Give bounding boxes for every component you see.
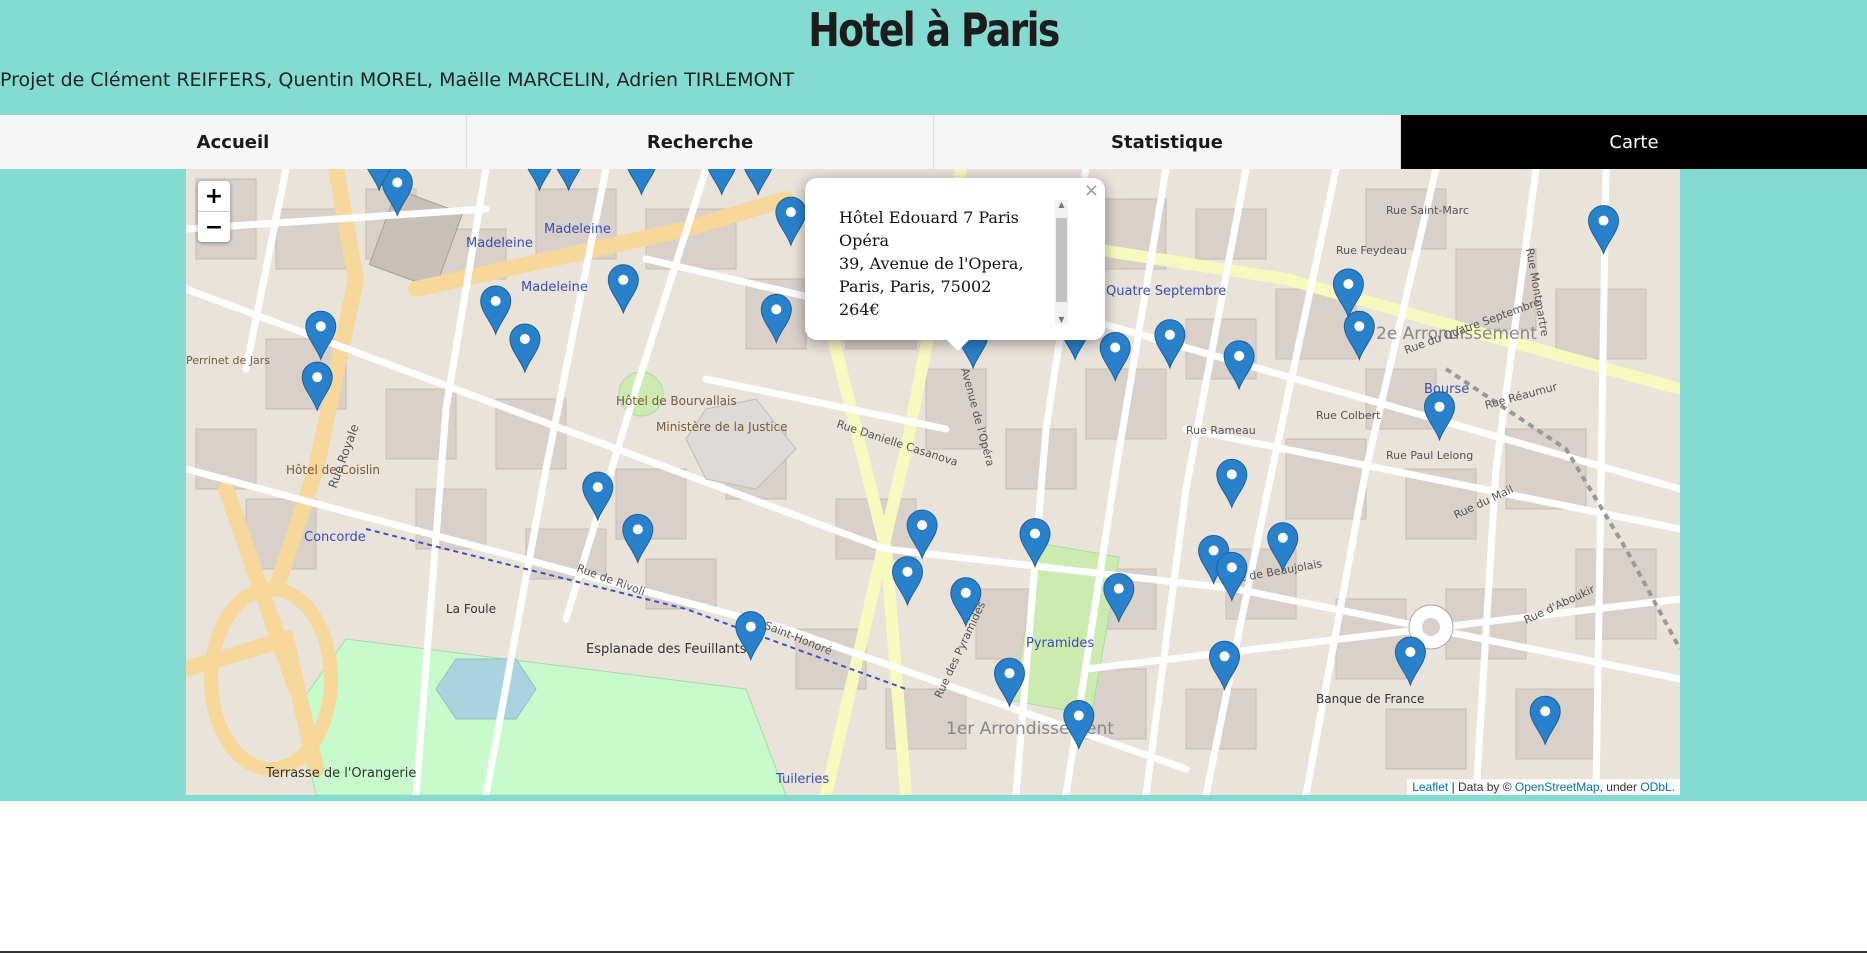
page-header: Hotel à Paris Projet de Clément REIFFERS…	[0, 0, 1867, 115]
popup-content: Hôtel Edouard 7 Paris Opéra 39, Avenue d…	[839, 206, 1039, 321]
popup-hotel-price: 264€	[839, 300, 880, 319]
attribution-under-text: , under	[1599, 780, 1641, 794]
label-perrinet: Perrinet de Jars	[186, 354, 270, 367]
zoom-out-button[interactable]: −	[198, 212, 230, 242]
leaflet-link[interactable]: Leaflet	[1412, 780, 1448, 794]
hotel-map[interactable]: Madeleine Madeleine Madeleine Hôtel de B…	[186, 169, 1680, 795]
nav-recherche[interactable]: Recherche	[467, 115, 934, 169]
label-la-foule: La Foule	[446, 602, 496, 616]
label-quatre-septembre: Quatre Septembre	[1106, 284, 1226, 299]
label-ministere: Ministère de la Justice	[656, 420, 788, 434]
popup-hotel-name: Hôtel Edouard 7 Paris Opéra	[839, 208, 1019, 250]
scroll-thumb[interactable]	[1056, 218, 1067, 302]
label-concorde: Concorde	[304, 530, 366, 545]
nav-statistique[interactable]: Statistique	[934, 115, 1401, 169]
label-rue-saint-marc: Rue Saint-Marc	[1386, 204, 1469, 217]
page-subtitle: Projet de Clément REIFFERS, Quentin MORE…	[0, 69, 795, 91]
label-madeleine-3: Madeleine	[521, 280, 588, 295]
odbl-link[interactable]: ODbL.	[1640, 780, 1675, 794]
popup-hotel-address: 39, Avenue de l'Opera, Paris, Paris, 750…	[839, 254, 1024, 296]
scroll-up-icon[interactable]: ▲	[1055, 200, 1068, 209]
label-hotel-bourvallais: Hôtel de Bourvallais	[616, 394, 737, 408]
label-tuileries: Tuileries	[775, 772, 829, 787]
map-attribution: Leaflet | Data by © OpenStreetMap, under…	[1407, 779, 1680, 795]
label-terrasse: Terrasse de l'Orangerie	[265, 766, 416, 781]
label-esplanade: Esplanade des Feuillants	[586, 642, 747, 657]
zoom-in-button[interactable]: +	[198, 181, 230, 212]
label-madeleine-1: Madeleine	[466, 236, 533, 251]
popup-scrollbar[interactable]: ▲ ▼	[1055, 200, 1068, 324]
nav-accueil[interactable]: Accueil	[0, 115, 467, 169]
label-pyramides: Pyramides	[1026, 636, 1094, 651]
popup-close-button[interactable]: ×	[1084, 180, 1099, 201]
label-rue-paul-lelong: Rue Paul Lelong	[1386, 449, 1473, 462]
hotel-popup: × Hôtel Edouard 7 Paris Opéra 39, Avenue…	[805, 178, 1105, 340]
scroll-down-icon[interactable]: ▼	[1055, 315, 1068, 324]
page-title: Hotel à Paris	[808, 3, 1060, 57]
label-madeleine-2: Madeleine	[544, 222, 611, 237]
label-rue-colbert: Rue Colbert	[1316, 409, 1381, 422]
label-rue-rameau: Rue Rameau	[1186, 424, 1256, 437]
popup-tip	[946, 339, 970, 351]
attribution-data-text: | Data by ©	[1448, 780, 1515, 794]
label-banque-de-france: Banque de France	[1316, 692, 1424, 706]
main-nav: Accueil Recherche Statistique Carte	[0, 115, 1867, 169]
osm-link[interactable]: OpenStreetMap	[1515, 780, 1600, 794]
zoom-control: + −	[198, 181, 230, 242]
nav-carte[interactable]: Carte	[1401, 115, 1867, 169]
label-rue-feydeau: Rue Feydeau	[1336, 244, 1407, 257]
